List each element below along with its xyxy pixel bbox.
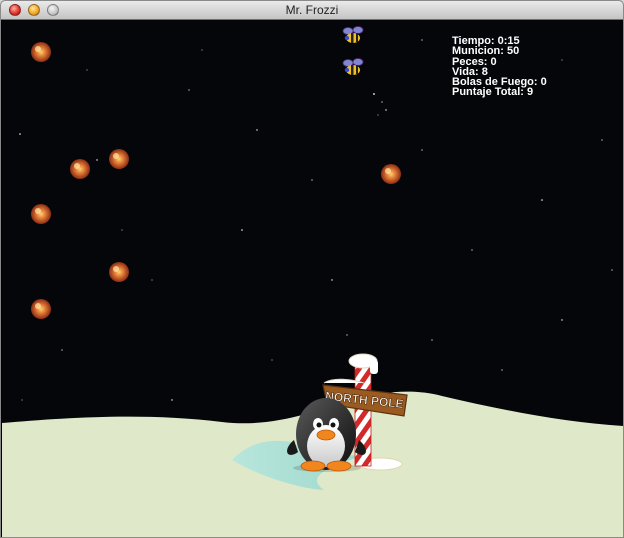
meteor-icon [381,164,401,184]
window-title: Mr. Frozzi [285,3,339,17]
fireballs-value: 0 [540,76,547,89]
meteor-icon [70,159,90,179]
game-window: Mr. Frozzi NORTH POLE Tiempo: 0:15 Munic… [0,0,624,538]
game-canvas[interactable]: NORTH POLE Tiempo: 0:15 Municion: 50 Pec… [2,20,623,537]
meteor-icon [109,262,129,282]
score-label: Puntaje Total: [452,86,524,99]
meteor-icon [31,299,51,319]
ammo-value: 50 [507,45,520,58]
meteor-icon [109,149,129,169]
title-bar[interactable]: Mr. Frozzi [1,1,623,20]
score-value: 9 [526,86,534,99]
hud-score: Puntaje Total: 9 [452,86,547,99]
fish-value: 0 [490,55,497,68]
meteor-icon [31,204,51,224]
hud-stats: Tiempo: 0:15 Municion: 50 Peces: 0 Vida:… [452,36,547,98]
meteor-icon [31,42,51,62]
